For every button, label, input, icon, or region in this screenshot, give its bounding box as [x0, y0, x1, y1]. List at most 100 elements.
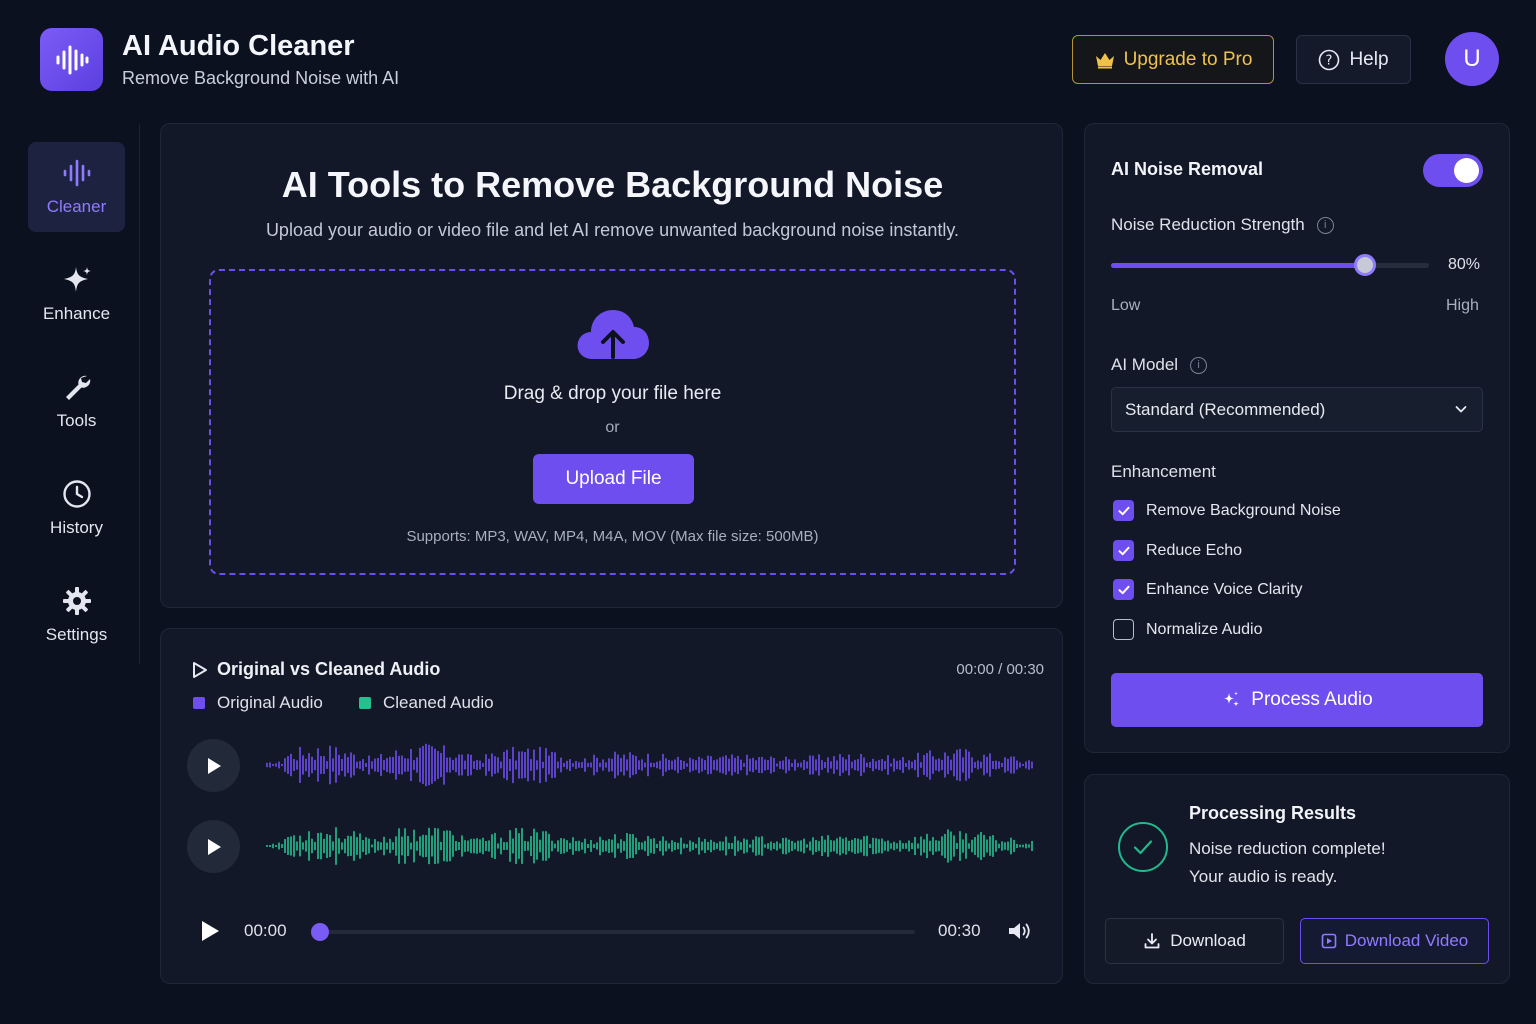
- checkbox-unchecked[interactable]: [1113, 619, 1134, 640]
- play-outline-icon: [193, 662, 207, 678]
- sidebar-item-tools[interactable]: Tools: [28, 356, 125, 446]
- process-label: Process Audio: [1251, 689, 1373, 710]
- app-subtitle: Remove Background Noise with AI: [122, 68, 400, 88]
- noise-removal-label: AI Noise Removal: [1111, 159, 1264, 179]
- gear-icon: [62, 587, 91, 615]
- legend-label: Cleaned Audio: [383, 693, 494, 712]
- page-subtitle: Upload your audio or video file and let …: [265, 220, 960, 240]
- legend-label: Original Audio: [217, 693, 323, 712]
- comparison-time: 00:00 / 00:30: [956, 661, 1044, 678]
- noise-removal-toggle[interactable]: [1423, 154, 1483, 187]
- strength-label: Noise Reduction Strength: [1111, 215, 1305, 234]
- upgrade-button[interactable]: Upgrade to Pro: [1072, 35, 1274, 84]
- page-title: AI Tools to Remove Background Noise: [281, 164, 944, 205]
- checkbox-checked[interactable]: [1113, 500, 1134, 521]
- avatar[interactable]: U: [1445, 32, 1499, 86]
- option-label: Remove Background Noise: [1146, 501, 1341, 519]
- sidebar-item-cleaner[interactable]: Cleaner: [28, 142, 125, 232]
- upload-file-button[interactable]: Upload File: [533, 454, 694, 504]
- process-audio-button[interactable]: Process Audio: [1111, 673, 1483, 727]
- success-check-icon: [1118, 822, 1168, 872]
- option-reduce-echo[interactable]: Reduce Echo: [1113, 540, 1242, 561]
- header: AI Audio Cleaner Remove Background Noise…: [0, 0, 1536, 118]
- volume-icon[interactable]: [1006, 919, 1032, 943]
- check-icon: [1118, 546, 1129, 555]
- option-remove-background-noise[interactable]: Remove Background Noise: [1113, 500, 1341, 521]
- strength-label-row: Noise Reduction Strength i: [1111, 215, 1334, 235]
- svg-text:?: ?: [1326, 53, 1333, 68]
- results-title: Processing Results: [1189, 803, 1357, 823]
- download-video-label: Download Video: [1344, 931, 1469, 950]
- model-value: Standard (Recommended): [1125, 399, 1326, 419]
- legend-swatch: [359, 697, 371, 709]
- check-icon: [1118, 506, 1129, 515]
- play-icon[interactable]: [199, 919, 221, 943]
- sidebar-item-label: Cleaner: [46, 197, 107, 216]
- play-original-button[interactable]: [187, 739, 240, 792]
- legend-cleaned: Cleaned Audio: [359, 693, 494, 713]
- results-submessage: Your audio is ready.: [1189, 867, 1338, 886]
- legend-swatch: [193, 697, 205, 709]
- sidebar-item-label: Tools: [56, 411, 97, 430]
- info-icon[interactable]: i: [1316, 216, 1334, 234]
- play-cleaned-button[interactable]: [187, 820, 240, 873]
- option-label: Reduce Echo: [1146, 541, 1243, 559]
- download-label: Download: [1170, 931, 1246, 950]
- or-text: or: [605, 419, 620, 436]
- crown-icon: [1095, 52, 1114, 68]
- play-icon: [207, 838, 221, 855]
- option-label: Normalize Audio: [1146, 620, 1263, 638]
- wrench-icon: [65, 375, 90, 400]
- slider-fill: [1111, 263, 1366, 268]
- option-label: Enhance Voice Clarity: [1146, 580, 1303, 598]
- app-title: AI Audio Cleaner: [122, 30, 355, 62]
- playback-knob[interactable]: [311, 923, 329, 941]
- file-dropzone[interactable]: Drag & drop your file here or Upload Fil…: [209, 269, 1016, 575]
- comparison-panel: Original vs Cleaned Audio 00:00 / 00:30 …: [160, 628, 1063, 984]
- help-button[interactable]: ? Help: [1296, 35, 1411, 84]
- model-label-row: AI Model i: [1111, 355, 1208, 375]
- download-button[interactable]: Download: [1105, 918, 1284, 964]
- check-icon: [1118, 585, 1129, 594]
- drop-text: Drag & drop your file here: [503, 383, 722, 404]
- cloud-upload-icon: [577, 310, 649, 359]
- low-label: Low: [1111, 297, 1141, 314]
- results-panel: Processing Results Noise reduction compl…: [1084, 774, 1510, 984]
- checkbox-checked[interactable]: [1113, 540, 1134, 561]
- help-label: Help: [1349, 48, 1389, 70]
- app-root: AI Audio Cleaner Remove Background Noise…: [0, 0, 1536, 1024]
- sidebar-item-settings[interactable]: Settings: [28, 570, 125, 660]
- model-select[interactable]: Standard (Recommended): [1111, 387, 1483, 432]
- sidebar-item-enhance[interactable]: Enhance: [28, 249, 125, 339]
- sparkle-icon: [63, 267, 91, 292]
- option-normalize-audio[interactable]: Normalize Audio: [1113, 619, 1263, 640]
- upgrade-label: Upgrade to Pro: [1123, 48, 1253, 70]
- download-video-button[interactable]: Download Video: [1300, 918, 1489, 964]
- sidebar-item-label: Settings: [45, 625, 108, 644]
- play-icon: [207, 757, 221, 774]
- sidebar-item-label: History: [50, 518, 103, 537]
- original-waveform[interactable]: [265, 735, 1037, 795]
- slider-knob[interactable]: [1354, 254, 1377, 276]
- strength-slider[interactable]: [1111, 263, 1429, 268]
- high-label: High: [1446, 297, 1479, 314]
- enhancement-label: Enhancement: [1111, 462, 1216, 481]
- option-enhance-voice-clarity[interactable]: Enhance Voice Clarity: [1113, 579, 1303, 600]
- chevron-down-icon: [1455, 406, 1467, 413]
- cleaned-waveform[interactable]: [265, 816, 1037, 876]
- info-icon[interactable]: i: [1190, 356, 1208, 374]
- total-time: 00:30: [938, 921, 981, 940]
- toggle-knob: [1454, 158, 1479, 183]
- current-time: 00:00: [244, 921, 287, 940]
- sidebar-item-history[interactable]: History: [28, 463, 125, 553]
- playback-track[interactable]: [319, 930, 915, 934]
- supported-formats-text: Supports: MP3, WAV, MP4, M4A, MOV (Max f…: [406, 528, 819, 545]
- strength-value: 80%: [1448, 256, 1481, 273]
- checkbox-checked[interactable]: [1113, 579, 1134, 600]
- comparison-title: Original vs Cleaned Audio: [217, 659, 441, 679]
- model-label: AI Model: [1111, 355, 1179, 374]
- sparkle-icon: [1224, 691, 1240, 707]
- legend-original: Original Audio: [193, 693, 323, 713]
- download-icon: [1144, 933, 1160, 949]
- logo-waveform-icon: [40, 28, 103, 91]
